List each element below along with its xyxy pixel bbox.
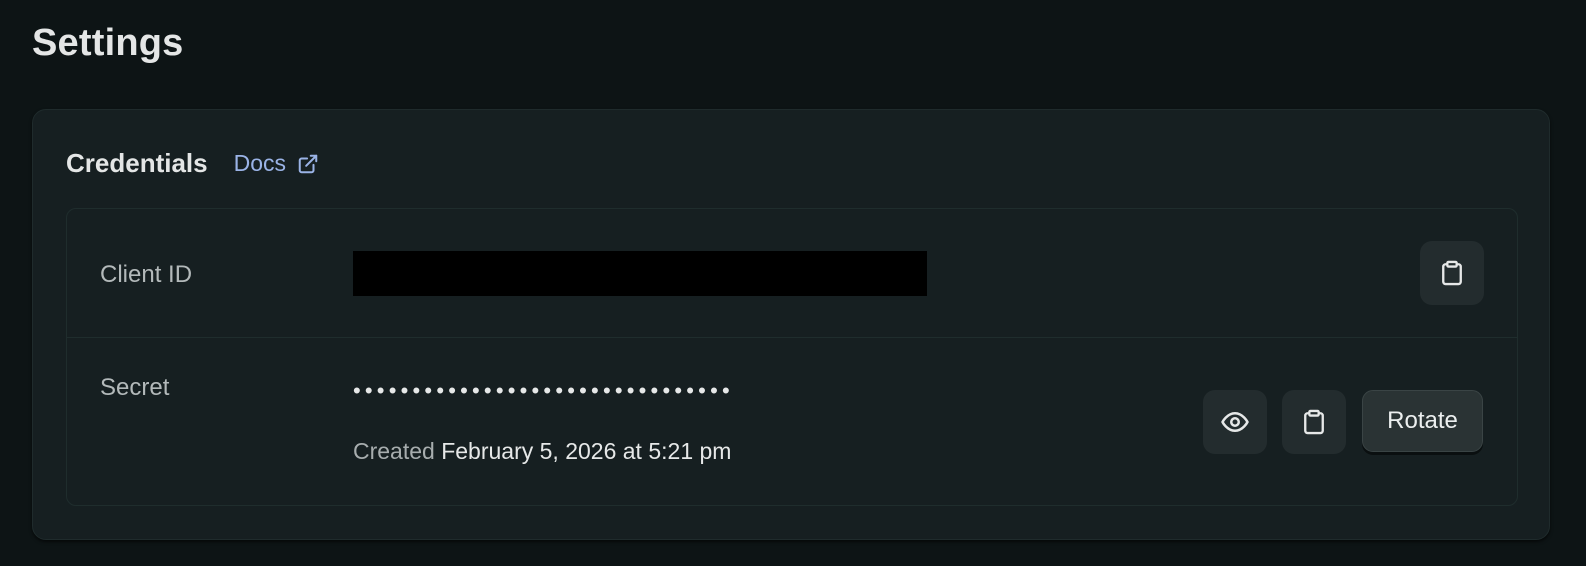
reveal-secret-button[interactable] [1203,390,1267,454]
page-title: Settings [32,22,184,64]
clipboard-icon [1442,260,1462,286]
eye-icon [1221,412,1249,432]
created-date: February 5, 2026 at 5:21 pm [441,438,732,464]
client-id-value-redacted [353,251,927,296]
secret-created: Created February 5, 2026 at 5:21 pm [353,438,731,465]
docs-link[interactable]: Docs [234,150,319,177]
external-link-icon [298,154,318,173]
credentials-header: Credentials Docs [66,148,319,179]
clipboard-icon [1304,409,1324,435]
client-id-row: Client ID [67,209,1517,338]
rotate-secret-button[interactable]: Rotate [1362,390,1483,452]
secret-masked-value: •••••••••••••••••••••••••••••••• [353,378,734,403]
client-id-label: Client ID [100,261,193,288]
copy-client-id-button[interactable] [1420,241,1484,305]
credentials-title: Credentials [66,148,208,178]
copy-secret-button[interactable] [1282,390,1346,454]
created-label: Created [353,438,435,464]
credentials-table: Client ID Secret •••••••••••••••••••••••… [66,208,1518,506]
docs-link-label: Docs [233,150,287,176]
credentials-card: Credentials Docs Client ID Secret ••••••… [32,109,1550,540]
secret-label: Secret [100,374,170,401]
settings-page: Settings Credentials Docs Client ID Secr… [0,0,1586,566]
